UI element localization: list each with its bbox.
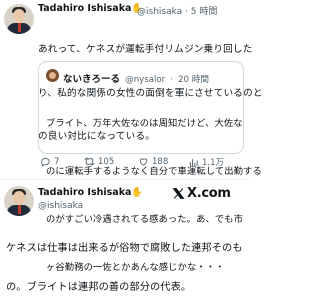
action-bar: 7 105 188 1.1万 <box>38 156 244 172</box>
retweet-button[interactable]: 105 <box>84 156 114 167</box>
logo-text: X.com <box>187 185 231 201</box>
reply-button[interactable]: 7 <box>40 156 59 167</box>
avatar[interactable] <box>4 4 34 34</box>
raised-hand-icon: ✋ <box>131 187 144 198</box>
heart-icon <box>139 158 148 166</box>
tweet-text-line: ケネスは仕事は出来るが俗物で腐敗した連邦そのも <box>6 243 243 254</box>
divider <box>0 179 250 180</box>
x-icon <box>172 187 185 199</box>
views-icon <box>189 158 198 166</box>
views-button[interactable]: 1.1万 <box>188 156 224 168</box>
quote-avatar[interactable] <box>46 69 59 82</box>
tweet-text: ケネスは仕事は出来るが俗物で腐敗した連邦そのも の。ブライトは連邦の善の部分の代… <box>6 216 243 307</box>
views-count: 1.1万 <box>202 158 225 168</box>
avatar-face <box>13 191 25 205</box>
quoted-tweet-card[interactable]: ないきろーる @nysalor · 20 時間 ブライト、万年大佐なのは周知だけ… <box>38 61 262 273</box>
tweet-text-line: の。ブライトは連邦の善の部分の代表。 <box>6 282 192 293</box>
reply-icon <box>41 157 50 167</box>
avatar-tie <box>18 205 21 214</box>
x-logo[interactable]: X.com <box>172 185 242 201</box>
author-name[interactable]: Tadahiro Ishisaka <box>38 187 131 198</box>
tweet-text-line: あれって、ケネスが運転手付リムジン乗り回した <box>38 44 253 55</box>
like-button[interactable]: 188 <box>138 156 168 167</box>
reply-count: 7 <box>54 156 60 167</box>
author-name[interactable]: Tadahiro Ishisaka <box>38 3 131 14</box>
avatar[interactable] <box>4 186 34 216</box>
quote-text-line: ブライト、万年大佐なのは周知だけど、大佐な <box>46 118 243 129</box>
author-handle[interactable]: @ishisaka <box>38 201 83 211</box>
avatar-tie <box>18 23 21 32</box>
avatar-face <box>13 9 25 23</box>
author-name-line[interactable]: Tadahiro Ishisaka✋ <box>38 3 143 14</box>
retweet-icon <box>84 157 95 166</box>
retweet-count: 105 <box>98 156 115 167</box>
like-count: 188 <box>152 156 169 167</box>
author-name-line[interactable]: Tadahiro Ishisaka✋ <box>38 187 143 198</box>
